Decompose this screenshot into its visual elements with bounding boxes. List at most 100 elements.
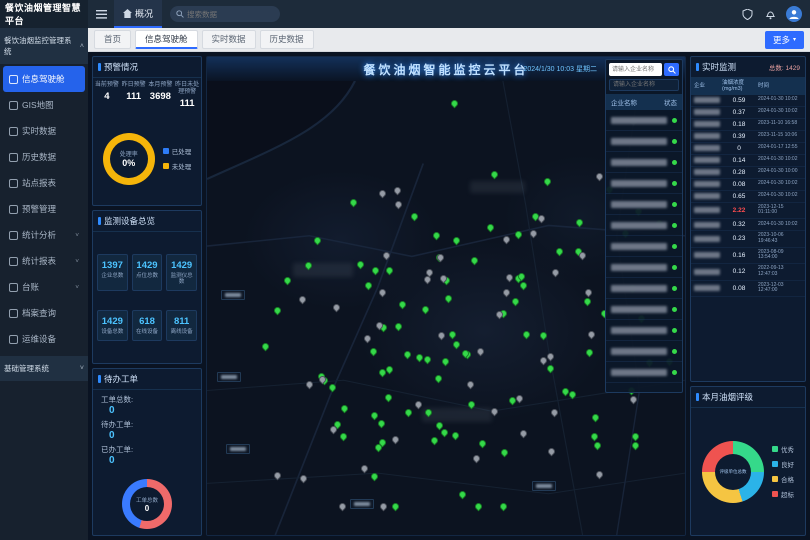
redacted-enterprise-name — [694, 109, 720, 115]
enterprise-row[interactable] — [606, 278, 682, 299]
notifications-button[interactable] — [763, 7, 777, 21]
sidebar-item-4[interactable]: 站点报表 — [3, 170, 85, 196]
sidebar-base-system[interactable]: 基础管理系统 ˅ — [0, 356, 88, 381]
realtime-row[interactable]: 0.142024-01-30 10:02 — [691, 155, 805, 167]
redacted-enterprise-name — [694, 207, 720, 213]
sidebar-item-2[interactable]: 实时数据 — [3, 118, 85, 144]
redacted-enterprise-name — [694, 181, 720, 187]
workorder-stat-label: 工单总数: — [101, 394, 193, 405]
warning-stat-value: 4 — [94, 91, 120, 102]
realtime-row[interactable]: 0.082024-01-30 10:02 — [691, 179, 805, 191]
sidebar-item-7[interactable]: 统计报表˅ — [3, 248, 85, 274]
sidebar-item-6[interactable]: 统计分析˅ — [3, 222, 85, 248]
device-stat-value: 1397 — [99, 260, 126, 271]
realtime-row[interactable]: 0.182023-11-10 16:58 — [691, 119, 805, 131]
enterprise-row[interactable] — [606, 110, 682, 131]
concentration-value: 0.08 — [722, 285, 756, 292]
sidebar-item-3[interactable]: 历史数据 — [3, 144, 85, 170]
sidebar-system-header[interactable]: 餐饮油烟监控管理系统 ˄ — [0, 28, 88, 64]
redacted-enterprise-name — [694, 97, 720, 103]
enterprise-row[interactable] — [606, 320, 682, 341]
redacted-enterprise-name — [611, 117, 667, 124]
rating-donut-chart: 评级单位总数 — [702, 441, 764, 503]
realtime-row[interactable]: 02024-01-17 12:55 — [691, 143, 805, 155]
workorder-stat-value: 0 — [101, 455, 193, 466]
global-search-input[interactable] — [187, 10, 274, 19]
device-stat-0: 1397企业总数 — [97, 254, 128, 291]
enterprise-row[interactable] — [606, 215, 682, 236]
chevron-up-icon: ˄ — [80, 43, 84, 50]
realtime-row[interactable]: 0.282024-01-30 10:00 — [691, 167, 805, 179]
bell-icon — [765, 9, 776, 20]
realtime-row[interactable]: 2.222023-12-15 01:11:00 — [691, 203, 805, 220]
archive-icon — [9, 309, 18, 318]
sidebar-item-8[interactable]: 台账˅ — [3, 274, 85, 300]
online-status-dot — [672, 328, 677, 333]
nav-tab-overview[interactable]: 概况 — [114, 0, 162, 28]
realtime-row[interactable]: 0.652024-01-30 10:02 — [691, 191, 805, 203]
realtime-row[interactable]: 0.322024-01-30 10:02 — [691, 219, 805, 231]
legend-color-swatch — [163, 148, 169, 154]
sidebar-item-10[interactable]: 运维设备 — [3, 326, 85, 352]
concentration-value: 0.59 — [722, 97, 756, 104]
enterprise-search-input[interactable] — [609, 63, 662, 76]
concentration-value: 0.23 — [722, 235, 756, 242]
realtime-row[interactable]: 0.372024-01-30 10:02 — [691, 107, 805, 119]
more-button[interactable]: 更多 ▾ — [765, 31, 804, 49]
realtime-row[interactable]: 0.082023-12-03 12:47:00 — [691, 281, 805, 298]
tab-0[interactable]: 首页 — [94, 30, 131, 49]
enterprise-row[interactable] — [606, 257, 682, 278]
handle-rate-gauge-wrap: 处理率 0% 已处理未处理 — [93, 113, 201, 205]
gauge-value: 0% — [122, 158, 135, 168]
enterprise-filter-input[interactable] — [609, 79, 679, 91]
gauge-label: 处理率 — [120, 149, 138, 158]
warning-stat-label: 昨日未处理预警 — [174, 82, 200, 96]
legend-label: 优秀 — [781, 444, 794, 454]
sidebar-item-9[interactable]: 档案查询 — [3, 300, 85, 326]
analysis-icon — [9, 231, 18, 240]
sidebar-item-label: 统计分析 — [22, 229, 56, 241]
redacted-enterprise-name — [694, 121, 720, 127]
realtime-row[interactable]: 0.592024-01-30 10:02 — [691, 95, 805, 107]
reading-time: 2023-12-15 01:11:00 — [758, 205, 802, 217]
realtime-row[interactable]: 0.392023-11-15 10:06 — [691, 131, 805, 143]
enterprise-row[interactable] — [606, 173, 682, 194]
tab-2[interactable]: 实时数据 — [202, 30, 256, 49]
user-avatar[interactable] — [786, 6, 802, 22]
enterprise-row[interactable] — [606, 152, 682, 173]
search-icon — [176, 10, 184, 18]
warning-stat-3: 昨日未处理预警111 — [174, 82, 200, 109]
tab-1[interactable]: 信息驾驶舱 — [135, 30, 198, 49]
rating-legend: 优秀良好合格超标 — [772, 444, 794, 499]
legend-color-swatch — [772, 461, 778, 467]
enterprise-row[interactable] — [606, 362, 682, 383]
realtime-row[interactable]: 0.232023-10-06 19:46:43 — [691, 231, 805, 248]
legend-label: 合格 — [781, 474, 794, 484]
enterprise-row[interactable] — [606, 299, 682, 320]
menu-toggle-button[interactable] — [88, 10, 114, 19]
enterprise-search-button[interactable] — [664, 63, 679, 76]
online-status-dot — [672, 118, 677, 123]
shield-button[interactable] — [740, 7, 754, 21]
enterprise-row[interactable] — [606, 236, 682, 257]
workorder-stat-label: 待办工单: — [101, 419, 193, 430]
caret-down-icon: ▾ — [793, 36, 796, 43]
top-right-actions — [740, 6, 810, 22]
left-panels-column: 预警情况 当前预警4昨日预警111本月预警3698昨日未处理预警111 处理率 … — [92, 56, 202, 536]
enterprise-row[interactable] — [606, 194, 682, 215]
monthly-rating-panel: 本月油烟评级 评级单位总数 优秀良好合格超标 — [690, 386, 806, 536]
sidebar-item-0[interactable]: 信息驾驶舱 — [3, 66, 85, 92]
device-stat-2: 1429监测仪总数 — [166, 254, 197, 291]
warning-stat-value: 111 — [121, 91, 147, 102]
sidebar-item-1[interactable]: GIS地图 — [3, 92, 85, 118]
enterprise-row[interactable] — [606, 131, 682, 152]
dashboard-icon — [9, 75, 18, 84]
warning-stat-1: 昨日预警111 — [121, 82, 147, 109]
map-icon — [9, 101, 18, 110]
online-status-dot — [672, 244, 677, 249]
realtime-row[interactable]: 0.162023-08-09 13:54:00 — [691, 248, 805, 265]
sidebar-item-5[interactable]: 预警管理 — [3, 196, 85, 222]
enterprise-row[interactable] — [606, 341, 682, 362]
tab-3[interactable]: 历史数据 — [260, 30, 314, 49]
realtime-row[interactable]: 0.122022-09-13 12:47:03 — [691, 264, 805, 281]
